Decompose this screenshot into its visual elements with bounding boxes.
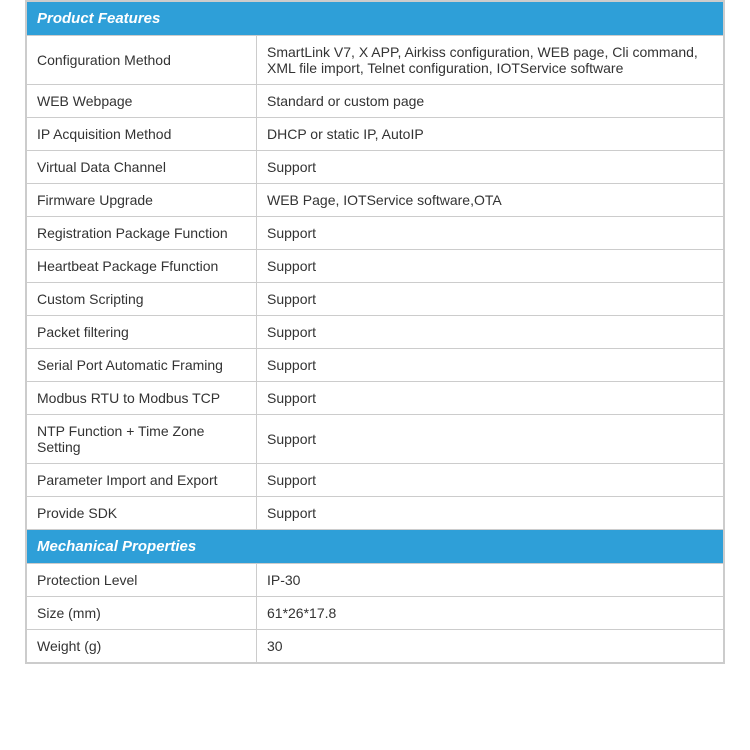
row-label-16: Protection Level (27, 564, 257, 597)
row-value-17: 61*26*17.8 (257, 597, 724, 630)
row-value-14: Support (257, 497, 724, 530)
row-value-18: 30 (257, 630, 724, 663)
row-label-1: Configuration Method (27, 36, 257, 85)
row-value-8: Support (257, 283, 724, 316)
row-value-12: Support (257, 415, 724, 464)
row-label-6: Registration Package Function (27, 217, 257, 250)
row-label-8: Custom Scripting (27, 283, 257, 316)
row-value-10: Support (257, 349, 724, 382)
row-label-14: Provide SDK (27, 497, 257, 530)
section-header-product-features: Product Features (27, 2, 724, 36)
row-label-9: Packet filtering (27, 316, 257, 349)
row-label-12: NTP Function + Time Zone Setting (27, 415, 257, 464)
main-table: Product FeaturesConfiguration MethodSmar… (25, 0, 725, 664)
row-label-11: Modbus RTU to Modbus TCP (27, 382, 257, 415)
row-label-13: Parameter Import and Export (27, 464, 257, 497)
row-label-18: Weight (g) (27, 630, 257, 663)
row-value-3: DHCP or static IP, AutoIP (257, 118, 724, 151)
row-value-16: IP-30 (257, 564, 724, 597)
row-label-7: Heartbeat Package Ffunction (27, 250, 257, 283)
row-label-10: Serial Port Automatic Framing (27, 349, 257, 382)
row-value-5: WEB Page, IOTService software,OTA (257, 184, 724, 217)
row-label-2: WEB Webpage (27, 85, 257, 118)
row-label-3: IP Acquisition Method (27, 118, 257, 151)
row-label-4: Virtual Data Channel (27, 151, 257, 184)
row-label-17: Size (mm) (27, 597, 257, 630)
row-label-5: Firmware Upgrade (27, 184, 257, 217)
row-value-9: Support (257, 316, 724, 349)
row-value-4: Support (257, 151, 724, 184)
section-header-mechanical-properties: Mechanical Properties (27, 530, 724, 564)
row-value-1: SmartLink V7, X APP, Airkiss configurati… (257, 36, 724, 85)
row-value-13: Support (257, 464, 724, 497)
row-value-11: Support (257, 382, 724, 415)
row-value-2: Standard or custom page (257, 85, 724, 118)
row-value-6: Support (257, 217, 724, 250)
row-value-7: Support (257, 250, 724, 283)
